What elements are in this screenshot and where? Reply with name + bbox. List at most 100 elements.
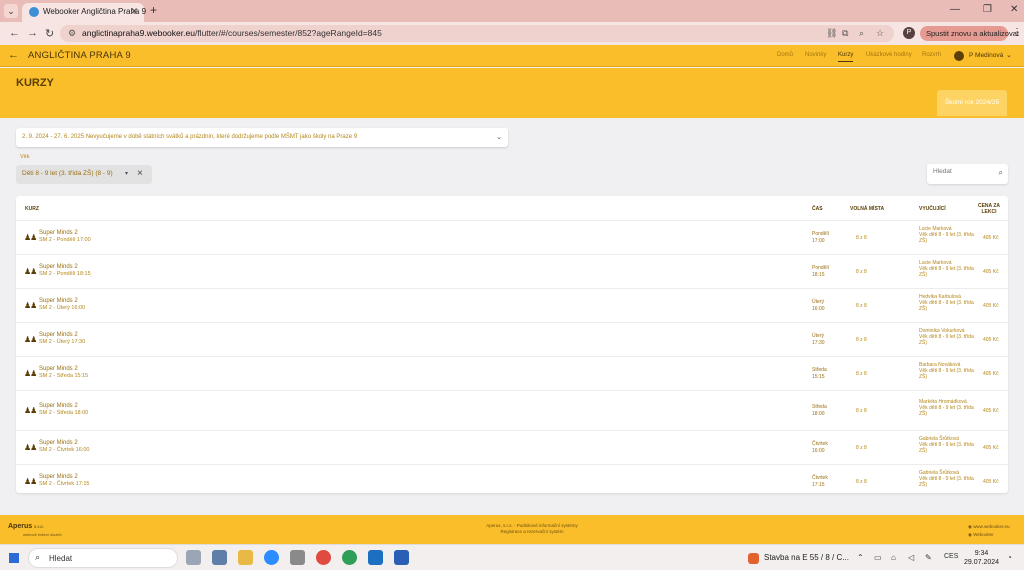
nav-rozvrh[interactable]: Rozvrh bbox=[922, 52, 941, 58]
semester-select[interactable]: 2. 9. 2024 - 27. 6. 2025 Nevyučujeme v d… bbox=[16, 128, 508, 147]
course-name[interactable]: Super Minds 2 bbox=[39, 474, 78, 480]
footer-tagline: webové řešení služeb bbox=[23, 532, 62, 537]
clock[interactable]: 9:34 29.07.2024 bbox=[964, 549, 999, 567]
site-info-icon[interactable]: ⚙ bbox=[68, 28, 76, 39]
battery-icon[interactable]: ▭ bbox=[874, 553, 882, 562]
course-subtitle: SM 2 - Úterý 17:30 bbox=[39, 339, 86, 345]
table-row[interactable]: ♟♟ Super Minds 2 SM 2 - Pondělí 17:00 Pondě… bbox=[16, 220, 1008, 254]
footer-webooker-link[interactable]: ◉ Webooker bbox=[968, 531, 1009, 539]
group-icon: ♟♟ bbox=[24, 301, 37, 310]
table-row[interactable]: ♟♟ Super Minds 2 SM 2 - Úterý 17:30 Úterý 17… bbox=[16, 322, 1008, 356]
chrome-profile-icon[interactable] bbox=[342, 550, 357, 565]
course-name[interactable]: Super Minds 2 bbox=[39, 440, 78, 446]
course-name[interactable]: Super Minds 2 bbox=[39, 332, 78, 338]
search-input[interactable] bbox=[933, 168, 991, 175]
restore-icon[interactable]: ❐ bbox=[983, 4, 992, 15]
age-select[interactable]: Děti 8 - 9 let (3. třída ZŠ) (8 - 9) ▾ × bbox=[16, 165, 152, 184]
nav-domu[interactable]: Domů bbox=[777, 52, 793, 58]
install-app-icon[interactable]: ⧉ bbox=[842, 28, 848, 39]
tray-chevron-icon[interactable]: ⌃ bbox=[857, 553, 864, 562]
relaunch-button[interactable]: Spustit znovu a aktualizovat bbox=[920, 26, 1019, 41]
table-row[interactable]: ♟♟ Super Minds 2 SM 2 - Čtvrtek 16:00 Čtvrt… bbox=[16, 430, 1008, 464]
forward-arrow-icon[interactable]: → bbox=[27, 27, 38, 39]
browser-tab[interactable]: Webooker Angličtina Praha 9 ✕ bbox=[22, 3, 146, 22]
search-box[interactable]: ⌕ bbox=[927, 164, 1008, 184]
chevron-down-icon[interactable]: ⌄ bbox=[1006, 51, 1012, 59]
notifications-icon[interactable]: ◔ bbox=[1007, 553, 1012, 562]
minimize-icon[interactable]: — bbox=[950, 4, 960, 15]
address-bar[interactable]: ⚙ anglictinapraha9.webooker.eu/flutter/#… bbox=[60, 25, 894, 42]
course-subtitle: SM 2 - Úterý 16:00 bbox=[39, 305, 86, 311]
table-row[interactable]: ♟♟ Super Minds 2 SM 2 - Středa 18:00 Středa… bbox=[16, 390, 1008, 430]
pen-icon[interactable]: ✎ bbox=[925, 553, 932, 562]
taskbar-search[interactable]: ⌕ Hledat bbox=[28, 548, 178, 568]
course-time: Pondělí 17:00 bbox=[812, 231, 829, 244]
search-icon[interactable]: ⌕ bbox=[999, 168, 1003, 178]
course-time: Pondělí 18:15 bbox=[812, 265, 829, 278]
zoom-icon[interactable]: ⌕ bbox=[859, 28, 864, 39]
footer-web-link[interactable]: ◉ www.webooker.eu bbox=[968, 523, 1009, 531]
group-icon: ♟♟ bbox=[24, 369, 37, 378]
reload-icon[interactable]: ↻ bbox=[45, 27, 54, 40]
bookmark-star-icon[interactable]: ☆ bbox=[876, 28, 884, 39]
group-icon: ♟♟ bbox=[24, 477, 37, 486]
page-header: KURZY Školní rok 2024/25 bbox=[0, 68, 1024, 118]
table-row[interactable]: ♟♟ Super Minds 2 SM 2 - Středa 15:15 Středa… bbox=[16, 356, 1008, 390]
clear-icon[interactable]: × bbox=[137, 168, 143, 179]
course-time: Úterý 17:30 bbox=[812, 333, 825, 346]
account-icon[interactable] bbox=[954, 51, 964, 61]
footer-links: ◉ www.webooker.eu ◉ Webooker bbox=[968, 523, 1009, 539]
back-arrow-icon[interactable]: ← bbox=[8, 49, 19, 61]
windows-start-icon[interactable] bbox=[9, 553, 19, 563]
free-seats: 8 z 8 bbox=[856, 408, 867, 414]
task-view-icon[interactable] bbox=[186, 550, 201, 565]
teacher-info: Dominika Vokurková Věk děti 8 - 9 let (3.… bbox=[919, 328, 974, 346]
page-title: KURZY bbox=[16, 77, 54, 89]
nav-ukazkove-hodiny[interactable]: Ukázkové hodiny bbox=[866, 52, 912, 58]
course-name[interactable]: Super Minds 2 bbox=[39, 264, 78, 270]
back-arrow-icon[interactable]: ← bbox=[9, 27, 20, 39]
table-row[interactable]: ♟♟ Super Minds 2 SM 2 - Pondělí 18:15 Pondě… bbox=[16, 254, 1008, 288]
tab-search-icon[interactable]: ⌄ bbox=[4, 4, 18, 18]
word-icon[interactable] bbox=[394, 550, 409, 565]
app-title: ANGLIČTINA PRAHA 9 bbox=[28, 50, 131, 61]
network-icon[interactable]: ⌂ bbox=[891, 553, 896, 562]
browser-menu-icon[interactable]: ⋮ bbox=[1012, 27, 1022, 38]
course-name[interactable]: Super Minds 2 bbox=[39, 403, 78, 409]
header-teacher: VYUČUJÍCÍ bbox=[919, 206, 946, 212]
language-indicator[interactable]: CES bbox=[944, 553, 958, 560]
nav-novinky[interactable]: Novinky bbox=[805, 52, 826, 58]
nav-kurzy[interactable]: Kurzy bbox=[838, 52, 854, 62]
lesson-price: 405 Kč bbox=[983, 303, 999, 309]
course-subtitle: SM 2 - Pondělí 18:15 bbox=[39, 271, 91, 277]
teacher-info: Lucie Marková Věk děti 8 - 9 let (3. tříd… bbox=[919, 260, 974, 278]
course-subtitle: SM 2 - Čtvrtek 17:15 bbox=[39, 481, 90, 487]
volume-icon[interactable]: ◁ bbox=[908, 553, 914, 562]
translate-icon[interactable]: ⛓ bbox=[826, 28, 837, 39]
header-time: ČAS bbox=[812, 206, 823, 212]
courses-table: KURZ ČAS VOLNÁ MÍSTA VYUČUJÍCÍ CENA ZA L… bbox=[16, 196, 1008, 493]
course-name[interactable]: Super Minds 2 bbox=[39, 298, 78, 304]
caret-down-icon[interactable]: ▾ bbox=[125, 170, 128, 177]
course-name[interactable]: Super Minds 2 bbox=[39, 366, 78, 372]
new-tab-icon[interactable]: + bbox=[150, 3, 157, 17]
profile-avatar[interactable]: P bbox=[903, 27, 915, 39]
chrome-icon[interactable] bbox=[316, 550, 331, 565]
course-name[interactable]: Super Minds 2 bbox=[39, 230, 78, 236]
app-icon[interactable] bbox=[290, 550, 305, 565]
tab-school-year[interactable]: Školní rok 2024/25 bbox=[937, 90, 1007, 116]
close-window-icon[interactable]: ✕ bbox=[1010, 4, 1018, 15]
zoom-app-icon[interactable] bbox=[264, 550, 279, 565]
user-name[interactable]: P Medinová bbox=[969, 52, 1003, 59]
chevron-down-icon[interactable]: ⌄ bbox=[496, 133, 502, 141]
calculator-icon[interactable] bbox=[212, 550, 227, 565]
group-icon: ♟♟ bbox=[24, 443, 37, 452]
table-row[interactable]: ♟♟ Super Minds 2 SM 2 - Úterý 16:00 Úterý 16… bbox=[16, 288, 1008, 322]
age-value: Děti 8 - 9 let (3. třída ZŠ) (8 - 9) bbox=[22, 170, 113, 177]
table-row[interactable]: ♟♟ Super Minds 2 SM 2 - Čtvrtek 17:15 Čtvrt… bbox=[16, 464, 1008, 498]
footer-logo[interactable]: Aperus s.r.o. bbox=[8, 523, 44, 530]
file-explorer-icon[interactable] bbox=[238, 550, 253, 565]
close-tab-icon[interactable]: ✕ bbox=[130, 6, 138, 17]
outlook-icon[interactable] bbox=[368, 550, 383, 565]
news-widget[interactable]: Stavba na E 55 / 8 / C... bbox=[764, 553, 849, 562]
